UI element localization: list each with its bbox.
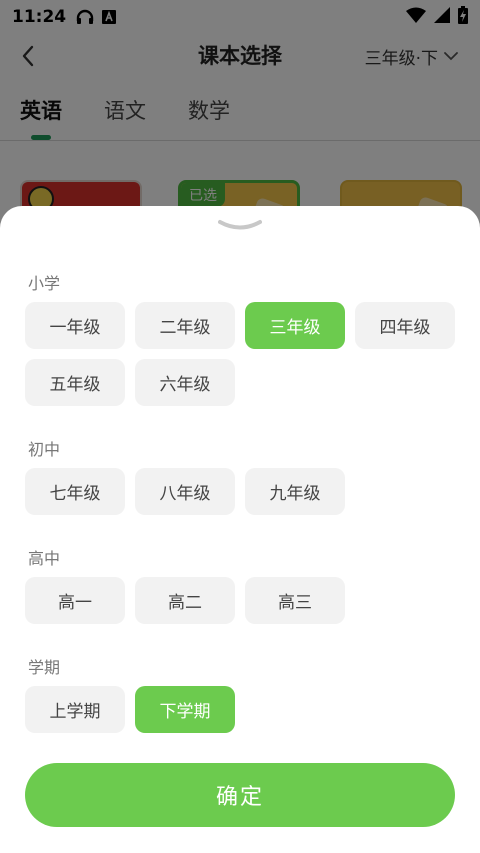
section-title-senior-high: 高中	[28, 549, 61, 568]
grade-option-1[interactable]: 一年级	[25, 302, 125, 349]
app-screen: 11:24 课本选择 三年级·下 英语	[0, 0, 480, 853]
grade-option-8[interactable]: 八年级	[135, 468, 235, 515]
grade-picker-sheet: 小学 一年级 二年级 三年级 四年级 五年级 六年级 初中 七年级 八年级 九年…	[0, 206, 480, 853]
sheet-handle[interactable]	[216, 214, 264, 236]
section-title-junior-high: 初中	[28, 440, 61, 459]
grade-option-5[interactable]: 五年级	[25, 359, 125, 406]
section-title-semester: 学期	[28, 658, 61, 677]
section-title-primary: 小学	[28, 274, 61, 293]
grade-option-senior-2[interactable]: 高二	[135, 577, 235, 624]
semester-option-second[interactable]: 下学期	[135, 686, 235, 733]
grade-option-2[interactable]: 二年级	[135, 302, 235, 349]
grade-option-9[interactable]: 九年级	[245, 468, 345, 515]
semester-option-first[interactable]: 上学期	[25, 686, 125, 733]
grade-option-6[interactable]: 六年级	[135, 359, 235, 406]
grade-option-senior-1[interactable]: 高一	[25, 577, 125, 624]
grade-option-7[interactable]: 七年级	[25, 468, 125, 515]
grade-option-3[interactable]: 三年级	[245, 302, 345, 349]
confirm-button[interactable]: 确定	[25, 763, 455, 827]
chevron-down-icon	[218, 220, 262, 230]
grade-option-4[interactable]: 四年级	[355, 302, 455, 349]
grade-option-senior-3[interactable]: 高三	[245, 577, 345, 624]
